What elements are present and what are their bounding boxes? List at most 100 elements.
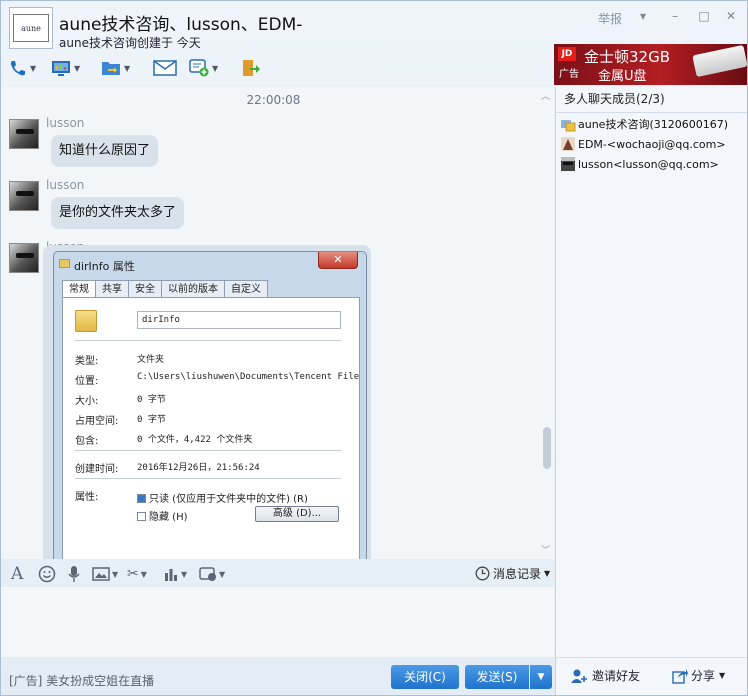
chevron-down-icon: ▼ [719, 671, 726, 680]
dialog-tabs: 常规 共享 安全 以前的版本 自定义 [62, 280, 268, 299]
tab-security: 安全 [128, 280, 162, 298]
chevron-down-icon: ▼ [140, 569, 147, 579]
share-button[interactable]: 分享 ▼ [672, 667, 725, 684]
scroll-up-icon[interactable]: ︿ [541, 89, 550, 102]
folder-transfer-icon [102, 62, 120, 75]
window-subtitle: aune技术咨询创建于 今天 [59, 36, 201, 50]
checkbox-icon [137, 512, 146, 521]
user-avatar-icon [561, 137, 575, 151]
tab-previous-versions: 以前的版本 [161, 280, 225, 298]
window-title: aune技术咨询、lusson、EDM- [59, 15, 303, 35]
maximize-icon[interactable]: □ [696, 9, 712, 23]
message-history-button[interactable]: 消息记录 ▼ [475, 565, 550, 582]
phone-icon [11, 61, 25, 76]
sender-avatar[interactable] [9, 243, 39, 273]
call-button[interactable]: ▼ [7, 57, 36, 79]
send-options-chevron-icon[interactable]: ▼ [530, 665, 552, 689]
group-avatar[interactable]: aune [9, 7, 53, 49]
send-button[interactable]: 发送(S) [465, 665, 529, 689]
close-icon[interactable]: ✕ [723, 9, 739, 23]
chevron-down-icon: ▼ [212, 63, 219, 73]
advanced-button: 高级 (D)... [255, 506, 339, 522]
image-icon[interactable]: ▼ [92, 565, 118, 583]
mail-icon [153, 60, 177, 76]
folder-icon [75, 310, 97, 332]
font-icon[interactable]: A [11, 564, 23, 584]
dialog-close-icon: ✕ [318, 252, 358, 269]
chevron-down-icon: ▼ [219, 569, 226, 579]
tab-customize: 自定义 [224, 280, 268, 298]
window-header: aune aune技术咨询、lusson、EDM- aune技术咨询创建于 今天… [1, 1, 747, 85]
scroll-down-icon[interactable]: ﹀ [541, 543, 550, 556]
ad-tag: 广告 [559, 69, 579, 80]
send-file-button[interactable]: ▼ [101, 57, 130, 79]
dialog-title: dirInfo 属性 [74, 260, 135, 273]
menu-chevron-icon[interactable]: ▾ [635, 9, 651, 23]
member-item[interactable]: lusson<lusson@qq.com> [560, 155, 719, 173]
ad-line-2: 金属U盘 [598, 69, 647, 84]
chevron-down-icon: ▼ [30, 63, 37, 73]
bar-chart-icon[interactable]: ▼ [163, 565, 187, 583]
invite-friends-button[interactable]: 邀请好友 [570, 667, 640, 684]
tab-sharing: 共享 [95, 280, 129, 298]
general-panel: dirInfo 类型: 文件夹 位置: C:\Users\liushuwen\Doc… [62, 297, 360, 559]
members-sidebar: 多人聊天成员(2/3) aune技术咨询(3120600167) EDM-<wo… [555, 87, 747, 657]
report-link[interactable]: 举报 [598, 10, 622, 27]
user-avatar-icon [561, 157, 575, 171]
message-input[interactable] [1, 587, 554, 657]
chevron-down-icon: ▼ [544, 569, 551, 578]
jd-logo: JD [558, 47, 576, 61]
folder-icon [59, 259, 70, 268]
members-header: 多人聊天成员(2/3) [556, 87, 747, 113]
divider [75, 478, 341, 479]
checkbox-icon [137, 494, 146, 503]
chat-window: aune aune技术咨询、lusson、EDM- aune技术咨询创建于 今天… [0, 0, 748, 696]
exit-icon [243, 60, 260, 76]
message-area[interactable]: 22:00:08 lusson 知道什么原因了 lusson 是你的文件夹太多了… [1, 87, 554, 559]
chevron-down-icon: ▼ [74, 63, 81, 73]
microphone-icon[interactable] [67, 565, 81, 583]
chevron-down-icon: ▼ [124, 63, 131, 73]
exit-group-button[interactable] [241, 57, 261, 79]
scissors-icon[interactable]: ✂ ▼ [127, 565, 147, 583]
close-button[interactable]: 关闭(C) [391, 665, 459, 689]
add-user-icon [571, 669, 587, 683]
sender-avatar[interactable] [9, 181, 39, 211]
message-timestamp: 22:00:08 [246, 93, 301, 107]
clock-icon [475, 566, 490, 581]
bottom-bar: [广告] 美女扮成空姐在直播 关闭(C) 发送(S) ▼ [1, 659, 554, 695]
image-message[interactable]: dirInfo 属性 ✕ 常规 共享 安全 以前的版本 自定义 dirInfo … [43, 245, 371, 559]
screen-share-button[interactable]: ▼ [51, 57, 80, 79]
sender-avatar[interactable] [9, 119, 39, 149]
announcement-button[interactable]: ▼ [189, 57, 218, 79]
minimize-icon[interactable]: – [667, 9, 683, 23]
member-item[interactable]: EDM-<wochaoji@qq.com> [560, 135, 726, 153]
divider [75, 450, 341, 451]
chevron-down-icon: ▼ [112, 569, 119, 579]
divider [75, 340, 341, 341]
member-item[interactable]: aune技术咨询(3120600167) [560, 115, 728, 133]
usb-drive-image [692, 44, 747, 78]
more-tools-icon[interactable]: ▼ [199, 565, 225, 583]
add-note-icon [189, 59, 209, 77]
readonly-checkbox: 只读 (仅应用于文件夹中的文件) (R) [137, 490, 308, 505]
chat-toolbar: ▼ ▼ ▼ ▼ [5, 55, 285, 81]
ad-banner[interactable]: JD 广告 金士顿32GB 金属U盘 [554, 44, 747, 85]
message-bubble[interactable]: 是你的文件夹太多了 [51, 197, 185, 229]
qq-user-icon [561, 120, 576, 132]
input-toolbar: A ▼ ✂ ▼ ▼ ▼ 消息记录 ▼ [1, 561, 554, 587]
sidebar-footer: 邀请好友 分享 ▼ [555, 657, 747, 695]
sender-name: lusson [46, 116, 85, 130]
message-bubble[interactable]: 知道什么原因了 [51, 135, 159, 167]
emoji-icon[interactable] [38, 565, 56, 583]
share-icon [672, 668, 688, 684]
properties-dialog-screenshot: dirInfo 属性 ✕ 常规 共享 安全 以前的版本 自定义 dirInfo … [53, 251, 367, 559]
chevron-down-icon: ▼ [181, 569, 188, 579]
group-avatar-logo: aune [13, 14, 49, 42]
sender-name: lusson [46, 178, 85, 192]
monitor-icon [52, 61, 70, 76]
scrollbar-thumb[interactable] [543, 427, 551, 469]
folder-name-field: dirInfo [137, 311, 341, 329]
ad-text-link[interactable]: [广告] 美女扮成空姐在直播 [9, 672, 154, 689]
email-button[interactable] [153, 57, 177, 79]
